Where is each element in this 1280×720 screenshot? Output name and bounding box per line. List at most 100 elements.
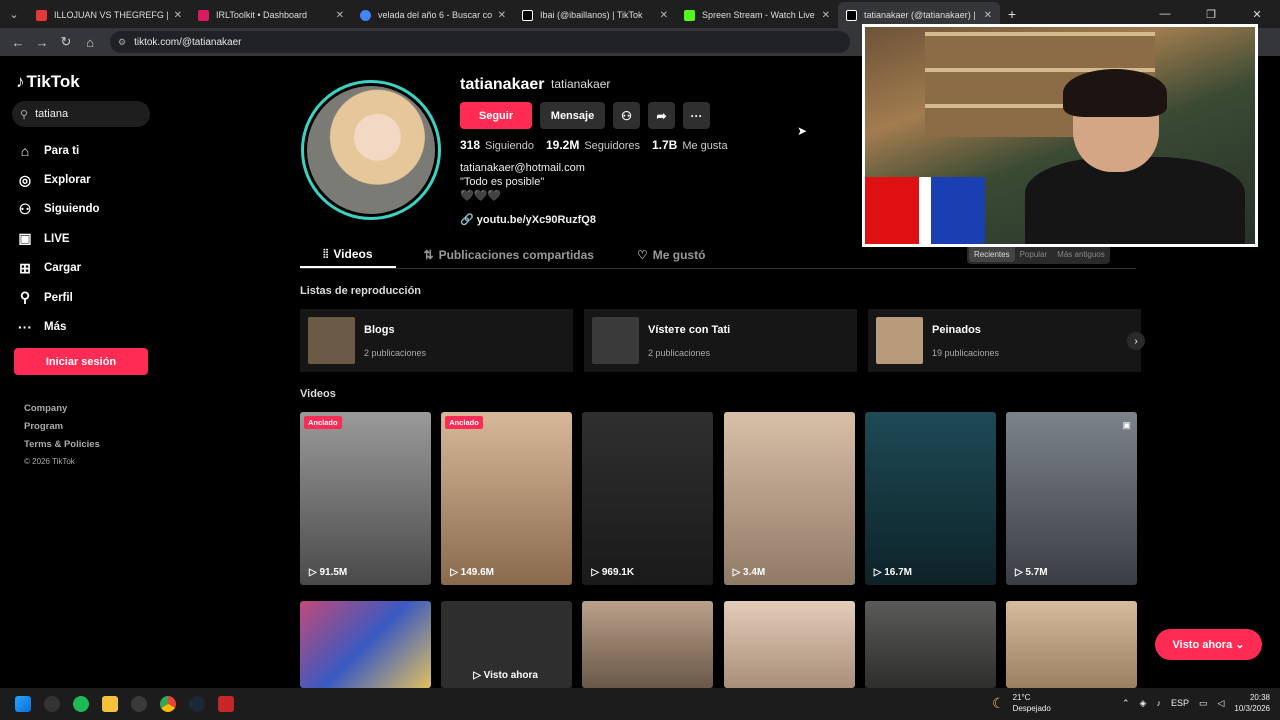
- close-icon[interactable]: ✕: [660, 10, 668, 21]
- chrome-icon[interactable]: [153, 688, 182, 720]
- video-card[interactable]: ▷ 16.7M: [864, 412, 996, 585]
- tab-search-button[interactable]: ⌄: [0, 0, 28, 28]
- video-card[interactable]: Anclado ▷ 91.5M: [300, 412, 431, 585]
- forward-icon[interactable]: →: [30, 30, 54, 54]
- grid-icon: ⦙⦙: [323, 246, 329, 261]
- browser-tab[interactable]: IRLToolkit • Dashboard ✕: [190, 2, 352, 28]
- obs-icon[interactable]: [37, 688, 66, 720]
- playlist-thumbnail: [308, 317, 355, 364]
- tab-title: velada del año 6 - Buscar con G: [378, 10, 492, 20]
- avatar[interactable]: [301, 80, 441, 220]
- tab-reposts[interactable]: ⇅ Publicaciones compartidas: [424, 242, 594, 268]
- video-card[interactable]: ▷ Visto ahora: [441, 601, 573, 688]
- terms-link[interactable]: Terms & Policies: [24, 439, 100, 457]
- mouse-cursor-icon: ➤: [797, 124, 808, 138]
- chevron-up-icon[interactable]: ⌃: [1122, 698, 1130, 709]
- browser-tab[interactable]: ILLOJUAN VS THEGREFG | CARA ✕: [28, 2, 190, 28]
- sidebar-item-explorar[interactable]: ◎ Explorar: [16, 165, 100, 194]
- following-stat[interactable]: 318 Siguiendo: [460, 138, 534, 152]
- sidebar-item-cargar[interactable]: ⊞ Cargar: [16, 254, 100, 283]
- 4k-app-icon[interactable]: [124, 688, 153, 720]
- bio-link[interactable]: 🔗 youtu.be/yXc90RuzfQ8: [460, 213, 596, 226]
- sidebar-item-live[interactable]: ▣ LIVE: [16, 224, 100, 253]
- playlist-card[interactable]: Blogs 2 publicaciones: [300, 309, 573, 372]
- sidebar-item-siguiendo[interactable]: ⚇ Siguiendo: [16, 195, 100, 224]
- close-icon[interactable]: ✕: [336, 10, 344, 21]
- add-friend-icon[interactable]: ⚇: [613, 102, 640, 129]
- video-card[interactable]: [300, 601, 431, 688]
- close-icon[interactable]: ✕: [174, 10, 182, 21]
- video-card[interactable]: ▣ ▷ 5.7M: [1005, 412, 1137, 585]
- sidebar-item-mas[interactable]: ··· Más: [16, 312, 100, 341]
- back-icon[interactable]: ←: [6, 30, 30, 54]
- more-options-icon[interactable]: ···: [683, 102, 710, 129]
- browser-tab[interactable]: velada del año 6 - Buscar con G ✕: [352, 2, 514, 28]
- login-button[interactable]: Iniciar sesión: [14, 348, 148, 375]
- microphone-icon[interactable]: ♪: [1156, 698, 1161, 708]
- close-icon[interactable]: ✕: [822, 10, 830, 21]
- address-bar[interactable]: ⚙ tiktok.com/@tatianakaer: [110, 31, 850, 53]
- tab-videos[interactable]: ⦙⦙ Videos: [300, 242, 396, 268]
- windows-start-icon[interactable]: [8, 688, 37, 720]
- home-icon: ⌂: [20, 142, 30, 159]
- sidebar-item-perfil[interactable]: ⚲ Perfil: [16, 283, 100, 312]
- bio-quote: "Todo es posible": [460, 176, 545, 188]
- sidebar-item-label: Explorar: [44, 174, 91, 187]
- language-indicator[interactable]: ESP: [1171, 698, 1189, 708]
- app-icon[interactable]: [211, 688, 240, 720]
- home-button-icon[interactable]: ⌂: [78, 30, 102, 54]
- video-card[interactable]: [864, 601, 996, 688]
- tiktok-logo[interactable]: ♪ TikTok: [16, 72, 80, 92]
- video-card[interactable]: ▷ 969.1K: [582, 412, 714, 585]
- close-icon[interactable]: ✕: [498, 10, 506, 21]
- sort-oldest[interactable]: Más antiguos: [1052, 250, 1110, 259]
- watched-now-button[interactable]: Visto ahora ⌄: [1155, 629, 1262, 660]
- tab-label: Publicaciones compartidas: [438, 248, 594, 262]
- video-card[interactable]: [1005, 601, 1137, 688]
- company-link[interactable]: Company: [24, 403, 100, 421]
- close-icon[interactable]: ✕: [984, 10, 992, 21]
- file-explorer-icon[interactable]: [95, 688, 124, 720]
- video-card[interactable]: [723, 601, 855, 688]
- profile-bio: tatianakaer@hotmail.com "Todo es posible…: [460, 161, 585, 203]
- followers-stat[interactable]: 19.2M Seguidores: [546, 138, 640, 152]
- spotify-icon[interactable]: [66, 688, 95, 720]
- copyright: © 2026 TikTok: [24, 457, 75, 466]
- sort-recent[interactable]: Recientes: [969, 246, 1015, 262]
- monitor-icon[interactable]: ▭: [1199, 698, 1208, 709]
- share-icon[interactable]: ➦: [648, 102, 675, 129]
- browser-tab[interactable]: Spreen Stream - Watch Live on ✕: [676, 2, 838, 28]
- security-icon[interactable]: ◈: [1140, 698, 1147, 709]
- message-button[interactable]: Mensaje: [540, 102, 605, 129]
- clock[interactable]: 20:38 10/3/2026: [1234, 692, 1270, 714]
- browser-tab[interactable]: Ibai (@ibaillanos) | TikTok ✕: [514, 2, 676, 28]
- video-card[interactable]: Anclado ▷ 149.6M: [441, 412, 573, 585]
- playlist-count: 2 publicaciones: [364, 347, 427, 358]
- playlist-card[interactable]: Peinados 19 publicaciones: [868, 309, 1141, 372]
- playlist-card[interactable]: Vísteте con Tati 2 publicaciones: [584, 309, 857, 372]
- sort-popular[interactable]: Popular: [1015, 250, 1053, 259]
- tab-liked[interactable]: ♡ Me gustó: [637, 242, 705, 268]
- program-link[interactable]: Program: [24, 421, 100, 439]
- likes-label: Me gusta: [682, 140, 728, 152]
- streamer-hair-graphic: [1063, 69, 1167, 117]
- chevron-right-icon[interactable]: ›: [1127, 332, 1145, 350]
- speaker-icon[interactable]: ◁: [1217, 698, 1224, 709]
- site-info-icon[interactable]: ⚙: [118, 37, 126, 48]
- photo-icon: ▣: [1122, 420, 1131, 430]
- steam-icon[interactable]: [182, 688, 211, 720]
- video-card[interactable]: [582, 601, 714, 688]
- reload-icon[interactable]: ↻: [54, 30, 78, 54]
- sidebar-item-para-ti[interactable]: ⌂ Para ti: [16, 136, 100, 165]
- search-input[interactable]: ⚲ tatiana: [12, 101, 150, 127]
- more-icon: ···: [18, 319, 32, 336]
- weather-widget[interactable]: ☾ 21°C Despejado: [992, 692, 1051, 714]
- watched-label: ▷ Visto ahora: [473, 670, 538, 681]
- clock-date: 10/3/2026: [1234, 704, 1270, 713]
- view-count-value: 3.4M: [743, 567, 766, 578]
- video-card[interactable]: ▷ 3.4M: [723, 412, 855, 585]
- followers-count: 19.2M: [545, 138, 580, 152]
- tab-title: ILLOJUAN VS THEGREFG | CARA: [54, 10, 168, 20]
- bio-hearts: 🖤🖤🖤: [460, 190, 502, 202]
- follow-button[interactable]: Seguir: [460, 102, 532, 129]
